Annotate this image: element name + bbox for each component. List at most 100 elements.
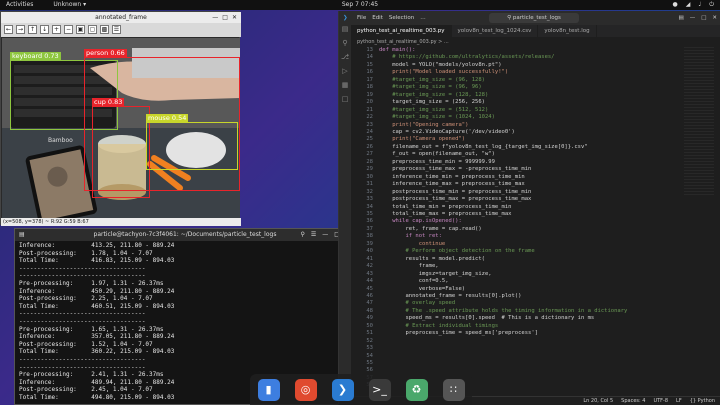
zoom-out-icon[interactable]: −: [64, 25, 73, 34]
terminal-icon[interactable]: >_: [368, 378, 391, 401]
top-bar: Activities Unknown ▾ Sep 7 07:45 ● ◢ ♩ ⏻: [0, 0, 720, 10]
pan-up-icon[interactable]: ↑: [28, 25, 37, 34]
zoom-in-icon[interactable]: +: [52, 25, 61, 34]
status-item[interactable]: Ln 20, Col 5: [583, 397, 613, 405]
detection-box-mouse: [146, 122, 238, 170]
maximize-icon[interactable]: □: [222, 12, 228, 23]
properties-icon[interactable]: ☰: [112, 25, 121, 34]
line-number: 51: [366, 330, 373, 337]
minimap[interactable]: [684, 47, 714, 197]
volume-icon[interactable]: ♩: [698, 0, 701, 10]
layout-icon[interactable]: ▤: [678, 11, 683, 25]
line-number: 18: [366, 84, 373, 91]
line-number: 21: [366, 106, 373, 113]
command-center-search[interactable]: ⚲ particle_test_logs: [489, 13, 579, 23]
source-control-icon[interactable]: ⎇: [339, 53, 351, 67]
menu-item[interactable]: …: [420, 11, 426, 25]
editor-tab[interactable]: yolov8n_test.log: [538, 25, 597, 37]
line-number: 41: [366, 255, 373, 262]
code-line: #target_img_size = (96, 128): [379, 76, 485, 83]
terminal-line: -----------------------------------: [19, 363, 146, 371]
power-icon[interactable]: ⏻: [709, 0, 714, 10]
code-line: #target_img_size = (1024, 1024): [379, 114, 495, 121]
close-icon[interactable]: ✕: [712, 11, 717, 25]
status-item[interactable]: LF: [676, 397, 682, 405]
editor-tab[interactable]: python_test_ai_realtime_003.py: [351, 25, 452, 37]
vscode-window: ❯ File Edit Selection … ⚲ particle_test_log…: [338, 11, 720, 405]
detection-label-mouse: mouse 0.54: [146, 114, 189, 122]
save-icon[interactable]: ▩: [100, 25, 109, 34]
system-tray[interactable]: ● ◢ ♩ ⏻: [673, 0, 714, 10]
terminal-line: Total Time: 416.83, 215.09 - 894.03: [19, 257, 175, 265]
code-line: # https://github.com/ultralytics/assets/…: [379, 54, 555, 61]
terminal-line: -----------------------------------: [19, 310, 146, 318]
code-line: f_out = open(filename_out, "w"): [379, 151, 495, 158]
status-item[interactable]: {} Python: [690, 397, 715, 405]
window-titlebar[interactable]: annotated_frame — □ ✕: [1, 12, 241, 23]
terminal-line: Total Time: 360.22, 215.09 - 894.03: [19, 348, 175, 356]
line-number: 42: [366, 263, 373, 270]
minimize-icon[interactable]: —: [322, 229, 328, 241]
code-line: print("Camera opened"): [379, 136, 466, 143]
minimize-icon[interactable]: —: [690, 11, 696, 25]
code-line: # overlay speed: [379, 300, 456, 307]
terminal-line: -----------------------------------: [19, 355, 146, 363]
help-lifebuoy-icon[interactable]: ◎: [294, 378, 317, 401]
line-number: 49: [366, 315, 373, 322]
pan-left-icon[interactable]: ←: [4, 25, 13, 34]
minimize-icon[interactable]: —: [212, 12, 218, 23]
code-line: # The .speed attribute holds the timing …: [379, 307, 628, 314]
extensions-icon[interactable]: ▦: [339, 81, 351, 95]
vscode-icon[interactable]: ❯: [331, 378, 354, 401]
phone-icon[interactable]: ▮: [257, 378, 280, 401]
editor-tab[interactable]: yolov8n_test_log_1024.csv: [452, 25, 539, 37]
menu-item[interactable]: File: [357, 11, 366, 25]
status-item[interactable]: Spaces: 4: [621, 397, 645, 405]
code-line: annotated_frame = results[0].plot(): [379, 292, 522, 299]
code-line: cap = cv2.VideoCapture('/dev/video0'): [379, 128, 515, 135]
detection-label-keyboard: keyboard 0.73: [10, 52, 61, 60]
zoom-reset-icon[interactable]: ▢: [88, 25, 97, 34]
editor-tabs: python_test_ai_realtime_003.py yolov8n_te…: [351, 25, 720, 37]
accessibility-icon[interactable]: ●: [673, 0, 678, 10]
menu-item[interactable]: Selection: [389, 11, 414, 25]
clock[interactable]: Sep 7 07:45: [0, 0, 720, 10]
detection-label-cup: cup 0.83: [92, 98, 125, 106]
vscode-logo-icon: ❯: [343, 15, 348, 21]
code-line: print("Model loaded successfully!"): [379, 69, 509, 76]
search-icon[interactable]: ⚲: [339, 39, 351, 53]
terminal-line: -----------------------------------: [19, 264, 146, 272]
status-item[interactable]: UTF-8: [653, 397, 668, 405]
code-editor[interactable]: 13 14 15 16 17 18 19 20 21 22 23 24 25 26 27 28 29 30 31 32…: [351, 47, 681, 387]
pan-down-icon[interactable]: ↓: [40, 25, 49, 34]
line-number: 23: [366, 121, 373, 128]
explorer-icon[interactable]: ▤: [339, 25, 351, 39]
trash-icon[interactable]: ♻: [405, 378, 428, 401]
network-icon[interactable]: ◢: [686, 0, 691, 10]
maximize-icon[interactable]: □: [701, 11, 706, 25]
new-tab-icon[interactable]: ▤: [19, 229, 25, 241]
code-text[interactable]: def main(): # https://github.com/ultraly…: [379, 47, 679, 338]
breadcrumb[interactable]: python_test_ai_realtime_003.py > ...: [357, 38, 449, 46]
line-number: 20: [366, 99, 373, 106]
close-icon[interactable]: ✕: [232, 12, 237, 23]
line-number: 47: [366, 300, 373, 307]
app-grid-icon[interactable]: ∷: [442, 378, 465, 401]
terminal-titlebar[interactable]: ▤ particle@tachyon-7c3f4061: ~/Documents…: [15, 229, 355, 241]
hamburger-menu-icon[interactable]: ☰: [311, 229, 316, 241]
code-line: inference_time_min = preprocess_time_min: [379, 173, 525, 180]
line-number: 28: [366, 158, 373, 165]
menu-bar: File Edit Selection …: [357, 11, 426, 25]
line-number: 37: [366, 225, 373, 232]
terminal-line: Pre-processing: 1.97, 1.31 - 26.37ms: [19, 279, 164, 287]
detection-label-person: person 0.66: [84, 49, 127, 57]
run-debug-icon[interactable]: ▷: [339, 67, 351, 81]
menu-item[interactable]: Edit: [372, 11, 383, 25]
code-line: preprocess_time = speed_ms['preprocess']: [379, 330, 538, 337]
remote-icon[interactable]: □: [339, 95, 351, 109]
line-number: 45: [366, 285, 373, 292]
zoom-fit-icon[interactable]: ▣: [76, 25, 85, 34]
pan-right-icon[interactable]: →: [16, 25, 25, 34]
search-icon[interactable]: ⚲: [301, 229, 305, 241]
terminal-line: -----------------------------------: [19, 317, 146, 325]
